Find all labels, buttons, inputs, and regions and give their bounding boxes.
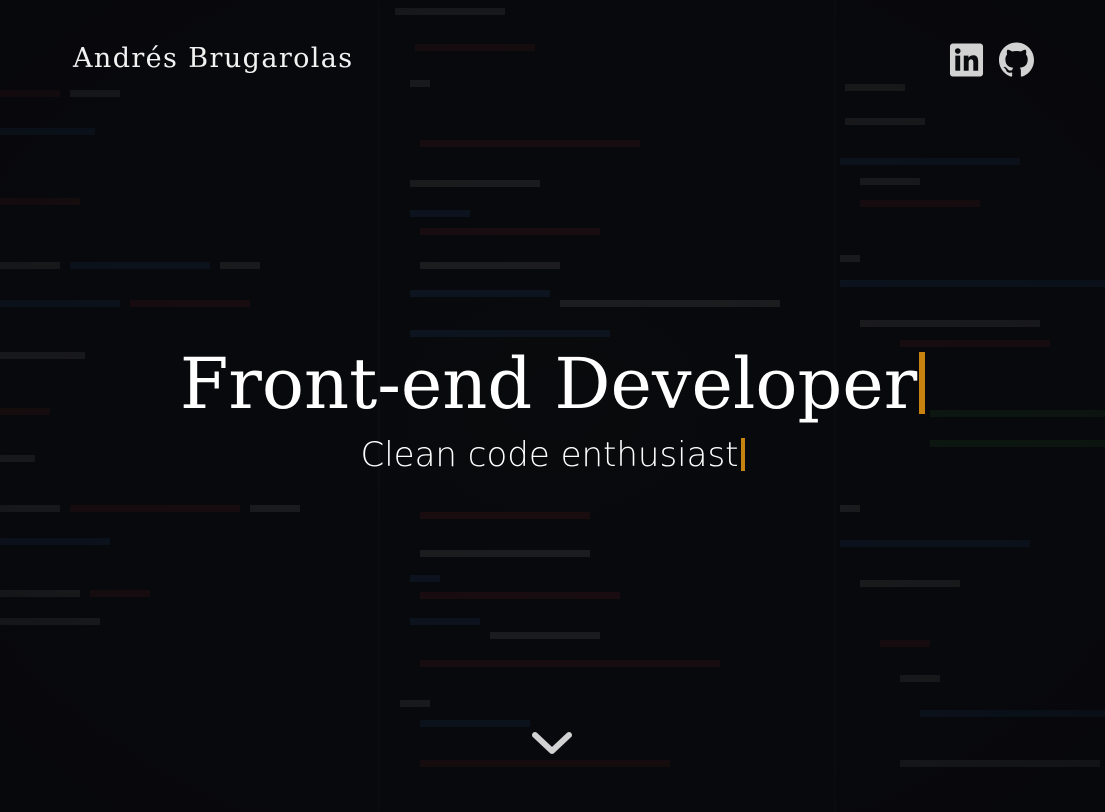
- hero-subtitle-block: Clean code enthusiast: [0, 432, 1105, 478]
- github-icon: [999, 42, 1034, 78]
- site-name-link[interactable]: Andrés Brugarolas: [73, 41, 354, 77]
- hero-title-block: Front-end Developer: [0, 339, 1105, 429]
- github-link[interactable]: [999, 42, 1034, 78]
- chevron-down-icon: [530, 728, 574, 758]
- linkedin-link[interactable]: [949, 42, 984, 78]
- typing-cursor: [919, 352, 926, 414]
- typing-cursor: [740, 438, 745, 471]
- social-links: [949, 42, 1034, 78]
- hero-subtitle: Clean code enthusiast: [360, 435, 739, 475]
- scroll-down-button[interactable]: [530, 728, 574, 758]
- hero-title: Front-end Developer: [179, 343, 918, 425]
- linkedin-icon: [949, 42, 984, 78]
- hero-section: Andrés Brugarolas Front-end Developer Cl…: [0, 0, 1105, 812]
